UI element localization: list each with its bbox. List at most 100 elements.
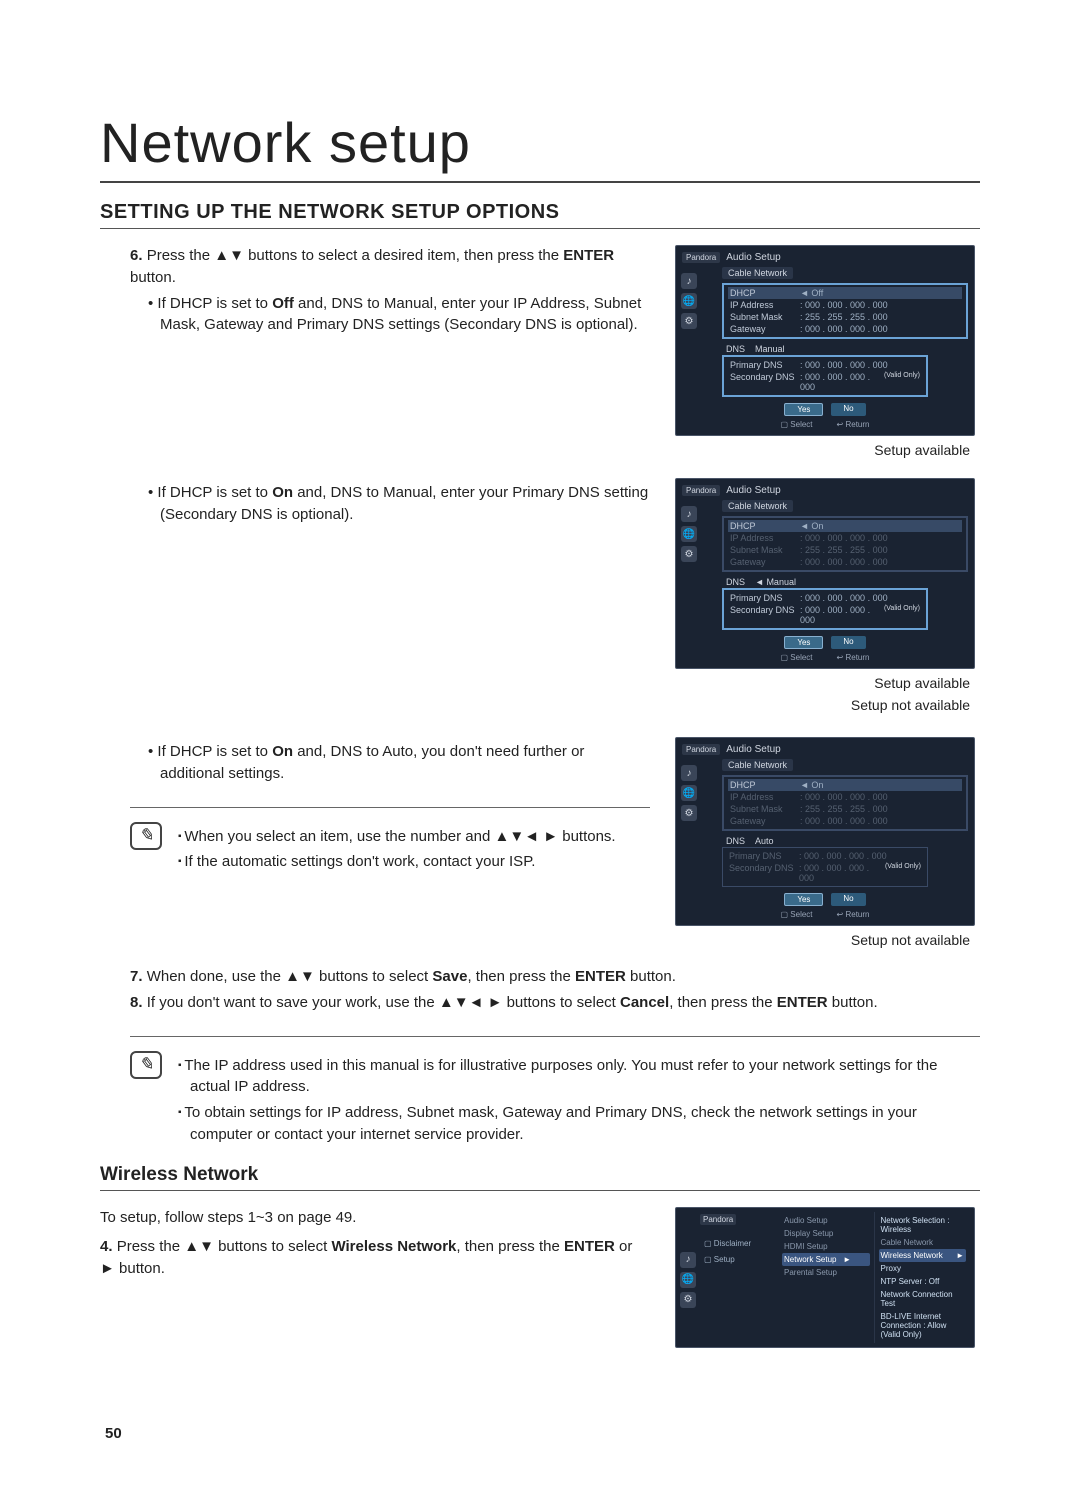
lab-dns: DNS bbox=[726, 836, 745, 846]
note-icon: ✎ bbox=[130, 1051, 162, 1079]
s6-b3-a: If DHCP is set to bbox=[157, 743, 272, 760]
lab-pdns: Primary DNS bbox=[730, 593, 800, 603]
gear-icon: ⚙ bbox=[681, 546, 697, 562]
music-icon: ♪ bbox=[681, 506, 697, 522]
valid-only: (Valid Only) bbox=[884, 605, 920, 625]
page-number: 50 bbox=[105, 1425, 122, 1442]
lab-ip: IP Address bbox=[730, 533, 800, 543]
step-7-num: 7. bbox=[130, 968, 143, 985]
val-manual: Manual bbox=[766, 577, 796, 587]
foot-select: ▢ Select bbox=[781, 653, 813, 662]
tv-logo: Pandora bbox=[700, 1214, 736, 1225]
tips2-rule bbox=[130, 1036, 980, 1037]
m-netsel: Network Selection : Wireless bbox=[879, 1214, 967, 1236]
wireless-rule bbox=[100, 1190, 980, 1191]
val-mask: 255 . 255 . 255 . 000 bbox=[805, 312, 888, 322]
section-heading: SETTING UP THE NETWORK SETUP OPTIONS bbox=[100, 201, 980, 224]
tv-screenshot-3: Pandora Audio Setup ♪ 🌐 ⚙ Cable Network … bbox=[675, 737, 975, 926]
globe-icon: 🌐 bbox=[680, 1272, 696, 1288]
val-on: On bbox=[811, 780, 823, 790]
tv-screenshot-wireless: ♪ 🌐 ⚙ Pandora ▢ Disclaimer ▢ Setup Audio… bbox=[675, 1207, 975, 1348]
lab-dns: DNS bbox=[726, 577, 745, 587]
caption-3: Setup not available bbox=[851, 932, 970, 948]
lab-ip: IP Address bbox=[730, 300, 800, 310]
tip1-2: If the automatic settings don't work, co… bbox=[172, 851, 650, 873]
side-audio: Audio Setup bbox=[782, 1214, 870, 1227]
s6-b3-on: On bbox=[272, 743, 293, 760]
step-8: 8. If you don't want to save your work, … bbox=[130, 992, 980, 1014]
yes-button[interactable]: Yes bbox=[784, 403, 823, 416]
note-icon: ✎ bbox=[130, 822, 162, 850]
val-manual: Manual bbox=[755, 344, 785, 354]
step-6-num: 6. bbox=[130, 247, 143, 264]
lab-pdns: Primary DNS bbox=[730, 360, 800, 370]
step-8-num: 8. bbox=[130, 994, 143, 1011]
step-7: 7. When done, use the ▲▼ buttons to sele… bbox=[130, 966, 980, 988]
val-ip: 000 . 000 . 000 . 000 bbox=[805, 300, 888, 310]
caption-2b: Setup not available bbox=[851, 697, 970, 713]
m-ntp: NTP Server : Off bbox=[879, 1275, 967, 1288]
foot-return: ↩ Return bbox=[837, 910, 870, 919]
val-pdns: 000 . 000 . 000 . 000 bbox=[805, 360, 888, 370]
lab-sdns: Secondary DNS bbox=[730, 372, 800, 392]
gear-icon: ⚙ bbox=[681, 313, 697, 329]
tip-rule bbox=[130, 807, 650, 808]
lab-mask: Subnet Mask bbox=[730, 312, 800, 322]
tip2-1: The IP address used in this manual is fo… bbox=[172, 1055, 980, 1099]
s6-b1-off: Off bbox=[272, 295, 294, 312]
no-button[interactable]: No bbox=[831, 893, 865, 906]
tv-sub: Cable Network bbox=[722, 500, 793, 512]
step-6-b: button. bbox=[130, 269, 176, 286]
wireless-text: To setup, follow steps 1~3 on page 49. 4… bbox=[100, 1207, 650, 1280]
tv-title: Audio Setup bbox=[726, 485, 781, 496]
val-sdns: 000 . 000 . 000 . 000 bbox=[800, 372, 870, 392]
globe-icon: 🌐 bbox=[681, 785, 697, 801]
yes-button[interactable]: Yes bbox=[784, 893, 823, 906]
m-test: Network Connection Test bbox=[879, 1288, 967, 1310]
val-gw: 000 . 000 . 000 . 000 bbox=[805, 324, 888, 334]
valid-only: (Valid Only) bbox=[884, 372, 920, 392]
music-icon: ♪ bbox=[681, 765, 697, 781]
s6-b2-on: On bbox=[272, 484, 293, 501]
no-button[interactable]: No bbox=[831, 636, 865, 649]
side-hdmi: HDMI Setup bbox=[782, 1240, 870, 1253]
foot-select: ▢ Select bbox=[781, 910, 813, 919]
tv-logo: Pandora bbox=[682, 485, 720, 496]
lab-dns: DNS bbox=[726, 344, 745, 354]
foot-select: ▢ Select bbox=[781, 420, 813, 429]
m-proxy: Proxy bbox=[879, 1262, 967, 1275]
lab-dhcp: DHCP bbox=[730, 780, 800, 790]
val-auto: Auto bbox=[755, 836, 774, 846]
val-on: On bbox=[811, 521, 823, 531]
side-setup: ▢ Setup bbox=[700, 1253, 778, 1266]
enter-label: ENTER bbox=[563, 247, 614, 264]
lab-sdns: Secondary DNS bbox=[730, 605, 800, 625]
tv-screenshot-2: Pandora Audio Setup ♪ 🌐 ⚙ Cable Network … bbox=[675, 478, 975, 669]
tv-title: Audio Setup bbox=[726, 744, 781, 755]
globe-icon: 🌐 bbox=[681, 526, 697, 542]
lab-gw: Gateway bbox=[730, 557, 800, 567]
val-off: Off bbox=[811, 288, 823, 298]
m-bdlive: BD-LIVE Internet Connection : Allow (Val… bbox=[879, 1310, 967, 1341]
tv-logo: Pandora bbox=[682, 744, 720, 755]
caption-1: Setup available bbox=[874, 442, 970, 458]
side-network[interactable]: Network Setup ► bbox=[782, 1253, 870, 1266]
step-6-a: Press the ▲▼ buttons to select a desired… bbox=[147, 247, 564, 264]
gear-icon: ⚙ bbox=[680, 1292, 696, 1308]
lab-mask: Subnet Mask bbox=[730, 545, 800, 555]
gear-icon: ⚙ bbox=[681, 805, 697, 821]
wireless-intro: To setup, follow steps 1~3 on page 49. bbox=[100, 1207, 650, 1229]
tv-screenshot-1: Pandora Audio Setup ♪ 🌐 ⚙ Cable Network … bbox=[675, 245, 975, 436]
yes-button[interactable]: Yes bbox=[784, 636, 823, 649]
lab-gw: Gateway bbox=[730, 324, 800, 334]
step-6-text: 6. Press the ▲▼ buttons to select a desi… bbox=[130, 245, 650, 336]
page-title: Network setup bbox=[100, 110, 980, 175]
foot-return: ↩ Return bbox=[837, 420, 870, 429]
music-icon: ♪ bbox=[681, 273, 697, 289]
no-button[interactable]: No bbox=[831, 403, 865, 416]
side-disclaimer: ▢ Disclaimer bbox=[700, 1237, 778, 1250]
section-rule bbox=[100, 228, 980, 229]
tv-sub: Cable Network bbox=[722, 267, 793, 279]
m-wireless[interactable]: Wireless Network► bbox=[879, 1249, 967, 1262]
foot-return: ↩ Return bbox=[837, 653, 870, 662]
